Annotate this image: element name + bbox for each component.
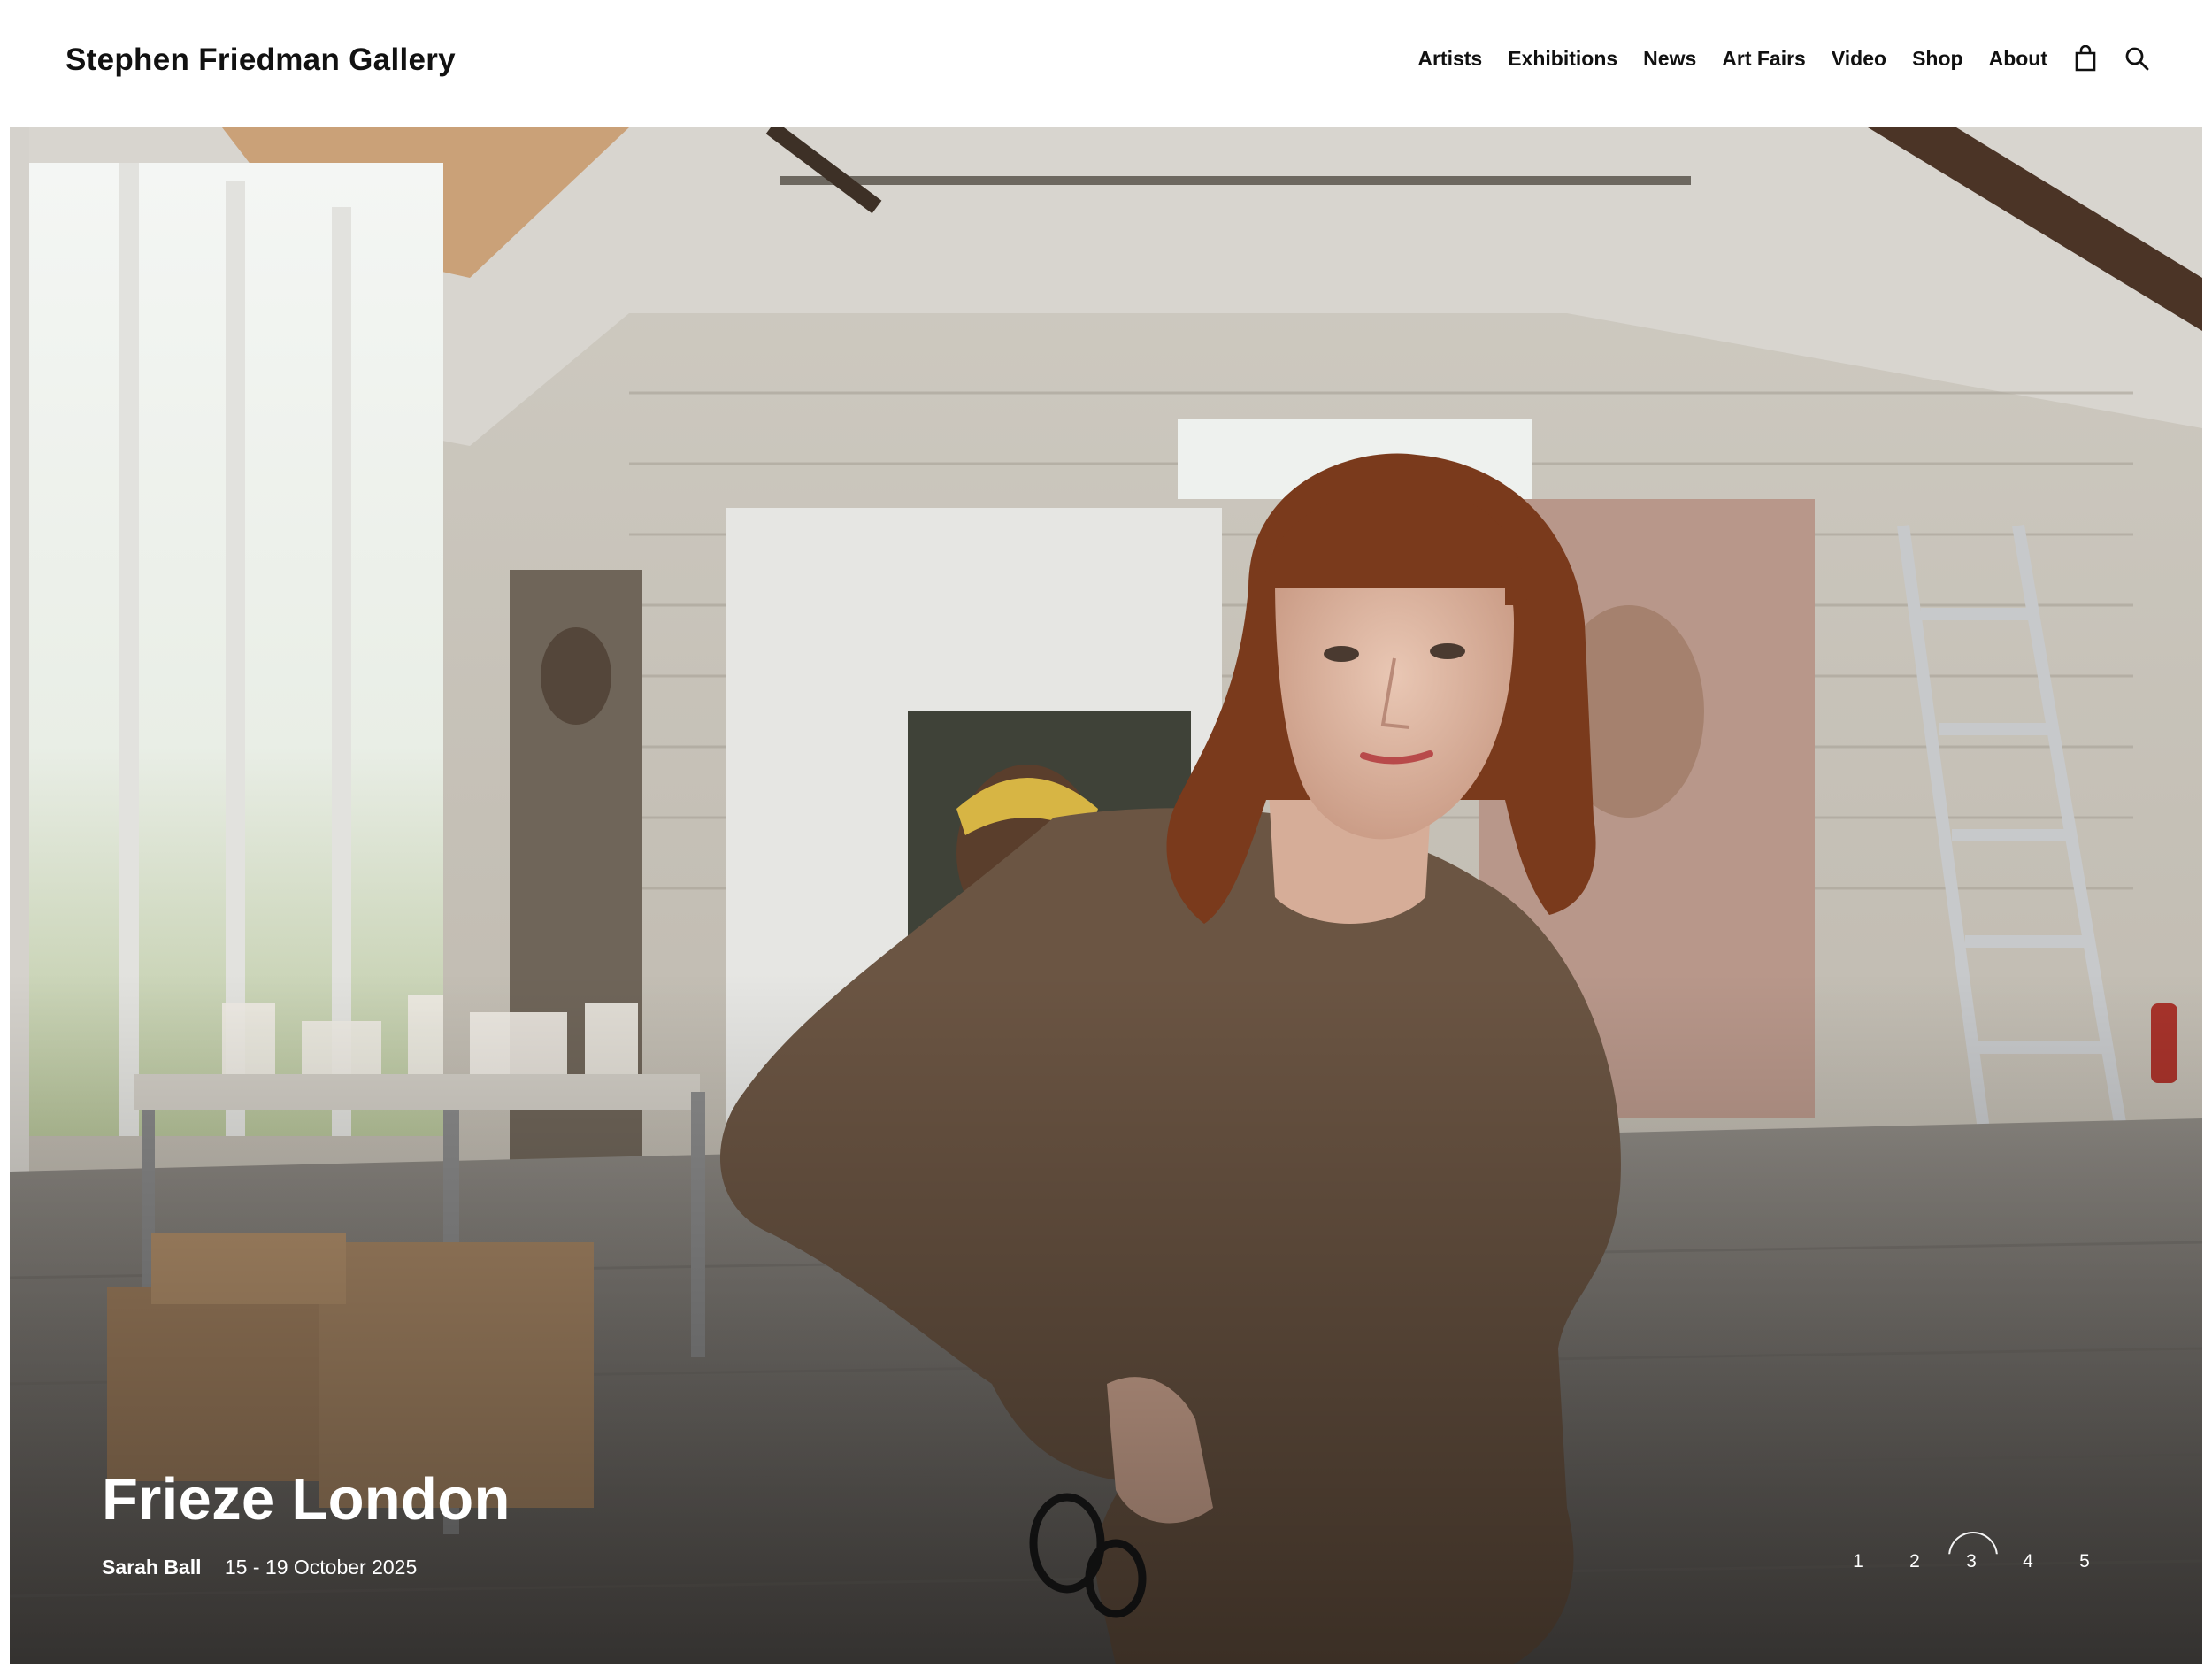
hero-dates: 15 - 19 October 2025 xyxy=(224,1556,418,1579)
nav-video[interactable]: Video xyxy=(1832,47,1886,71)
nav-exhibitions[interactable]: Exhibitions xyxy=(1508,47,1617,71)
hero-artist[interactable]: Sarah Ball xyxy=(102,1556,202,1579)
hero-caption: Frieze London Sarah Ball 15 - 19 October… xyxy=(102,1470,511,1579)
main-nav: Artists Exhibitions News Art Fairs Video… xyxy=(1392,44,2150,73)
pager-item-3-active[interactable]: 3 xyxy=(1954,1544,1989,1579)
hero-slide[interactable]: Frieze London Sarah Ball 15 - 19 October… xyxy=(10,127,2202,1664)
slide-pager: 1 2 3 4 5 xyxy=(1819,1544,2102,1579)
hero-meta: Sarah Ball 15 - 19 October 2025 xyxy=(102,1556,511,1579)
pager-item-1[interactable]: 1 xyxy=(1840,1544,1876,1579)
nav-news[interactable]: News xyxy=(1643,47,1696,71)
shopping-bag-icon[interactable] xyxy=(2072,44,2099,73)
search-icon[interactable] xyxy=(2124,44,2150,73)
pager-item-5[interactable]: 5 xyxy=(2067,1544,2102,1579)
hero-title[interactable]: Frieze London xyxy=(102,1470,511,1529)
nav-art-fairs[interactable]: Art Fairs xyxy=(1722,47,1806,71)
pager-item-4[interactable]: 4 xyxy=(2010,1544,2046,1579)
nav-shop[interactable]: Shop xyxy=(1912,47,1963,71)
site-header: Stephen Friedman Gallery Artists Exhibit… xyxy=(0,0,2212,127)
hero-image xyxy=(10,127,2202,1664)
nav-about[interactable]: About xyxy=(1989,47,2047,71)
nav-artists[interactable]: Artists xyxy=(1417,47,1482,71)
pager-item-2[interactable]: 2 xyxy=(1897,1544,1932,1579)
gallery-logo[interactable]: Stephen Friedman Gallery xyxy=(65,42,456,78)
